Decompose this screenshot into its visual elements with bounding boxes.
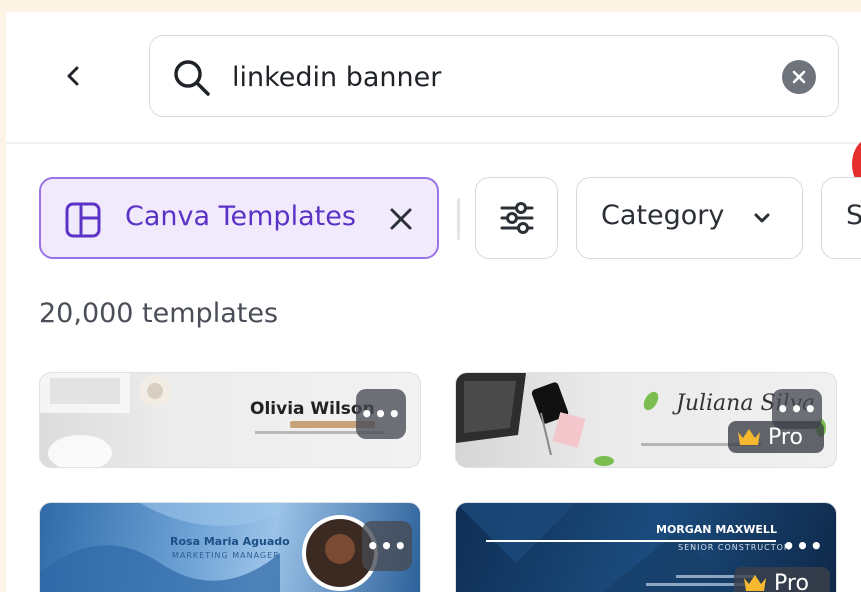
sliders-icon: [500, 202, 533, 234]
search-header: [6, 12, 861, 142]
filter-settings-button[interactable]: [475, 177, 558, 259]
pro-badge: Pro: [728, 421, 824, 453]
template-name: MORGAN MAXWELL: [656, 523, 777, 536]
pro-label: Pro: [768, 424, 803, 450]
search-panel: Canva Templates Category S 20,000 templa…: [6, 12, 861, 592]
template-subtitle: MARKETING MANAGER: [172, 551, 280, 560]
template-card-1[interactable]: Olivia Wilson •••: [39, 372, 421, 468]
clear-icon: [792, 70, 806, 84]
template-card-4[interactable]: MORGAN MAXWELL SENIOR CONSTRUCTOR ••• Pr…: [455, 502, 837, 592]
back-button[interactable]: [56, 58, 92, 94]
template-card-2[interactable]: Juliana Silva ••• Pro: [455, 372, 837, 468]
pro-label: Pro: [774, 570, 809, 592]
chevron-left-icon: [67, 66, 79, 86]
template-subtitle: SENIOR CONSTRUCTOR: [678, 543, 791, 552]
more-options-button[interactable]: •••: [362, 521, 412, 571]
canva-templates-label: Canva Templates: [125, 201, 356, 232]
clear-search-button[interactable]: [782, 60, 816, 94]
filter-chip-partial[interactable]: S: [821, 177, 861, 259]
chip-divider: [457, 198, 460, 240]
search-box[interactable]: [149, 35, 839, 117]
category-dropdown[interactable]: Category: [576, 177, 803, 259]
close-icon[interactable]: [383, 201, 419, 237]
more-options-button[interactable]: •••: [778, 529, 828, 563]
crown-icon: [738, 429, 760, 445]
template-card-3[interactable]: Rosa Maria Aguado MARKETING MANAGER •••: [39, 502, 421, 592]
template-icon: [65, 202, 101, 238]
template-name: Rosa Maria Aguado: [170, 535, 290, 548]
more-icon: •••: [366, 534, 408, 558]
search-icon: [174, 60, 210, 96]
more-icon: •••: [782, 534, 824, 558]
crown-icon: [744, 575, 766, 591]
search-input[interactable]: [232, 54, 752, 100]
more-options-button[interactable]: •••: [356, 389, 406, 439]
pro-badge: Pro: [734, 567, 830, 592]
more-icon: •••: [776, 397, 818, 421]
header-divider: [6, 142, 861, 144]
chevron-down-icon: [754, 213, 770, 223]
more-icon: •••: [360, 402, 402, 426]
partial-chip-label: S: [846, 200, 861, 231]
results-count: 20,000 templates: [39, 298, 279, 329]
category-label: Category: [601, 200, 725, 231]
canva-templates-filter-chip[interactable]: Canva Templates: [39, 177, 439, 259]
